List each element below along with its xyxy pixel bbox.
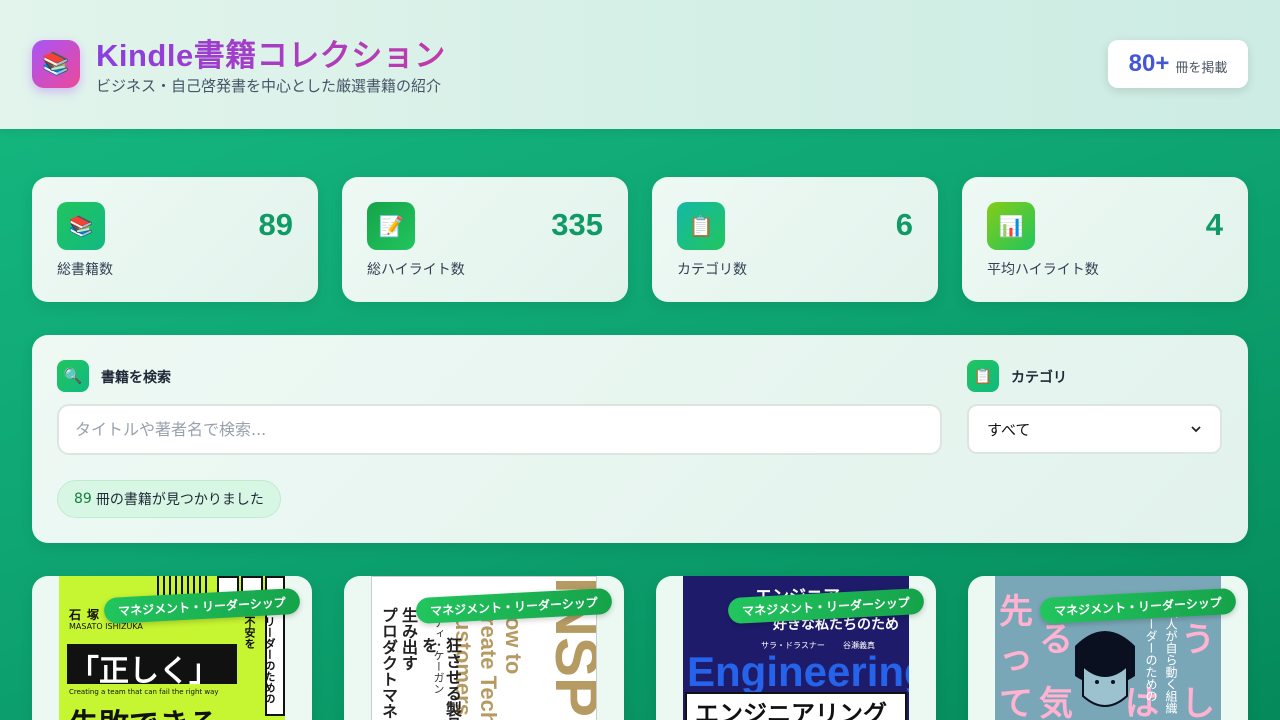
category-select[interactable]: すべて <box>967 404 1222 454</box>
clipboard-icon: 📋 <box>967 360 999 392</box>
chevron-down-icon <box>1191 426 1201 433</box>
page-title: Kindle書籍コレクション <box>96 30 446 75</box>
stat-card-total-books: 📚 89 総書籍数 <box>32 177 318 302</box>
stat-value: 4 <box>1205 207 1223 242</box>
book-card[interactable]: INSP How to Create Tech Customers Lo ティ・… <box>344 576 624 720</box>
character-illustration <box>1075 631 1135 707</box>
app-header: 📚 Kindle書籍コレクション ビジネス・自己啓発書を中心とした厳選書籍の紹介… <box>0 0 1280 129</box>
memo-icon: 📝 <box>367 202 415 250</box>
stat-label: カテゴリ数 <box>677 262 747 278</box>
book-count-badge: 80+ 冊を掲載 <box>1108 40 1248 88</box>
result-count-badge: 89 冊の書籍が見つかりました <box>57 480 281 518</box>
books-icon: 📚 <box>57 202 105 250</box>
category-selected-value: すべて <box>987 420 1031 439</box>
stat-label: 総ハイライト数 <box>367 262 465 278</box>
book-card[interactable]: エンジニア 好きな私たちのため サラ・ドラスナー 谷瀬義真 Engineerin… <box>656 576 936 720</box>
bar-chart-icon: 📊 <box>987 202 1035 250</box>
book-card[interactable]: 石 塚 MASATO ISHIZUKA 不安を リーダーのための 「正しく」 C… <box>32 576 312 720</box>
search-panel: 🔍 書籍を検索 📋 カテゴリ すべて 89 冊の書籍が見つかりました <box>32 335 1248 543</box>
search-label: 書籍を検索 <box>101 370 171 386</box>
stat-card-avg-highlights: 📊 4 平均ハイライト数 <box>962 177 1248 302</box>
clipboard-icon: 📋 <box>677 202 725 250</box>
page-subtitle: ビジネス・自己啓発書を中心とした厳選書籍の紹介 <box>96 77 442 95</box>
result-count-value: 89 <box>74 491 92 507</box>
stat-card-total-highlights: 📝 335 総ハイライト数 <box>342 177 628 302</box>
search-icon: 🔍 <box>57 360 89 392</box>
stat-value: 89 <box>258 207 293 242</box>
stat-label: 総書籍数 <box>57 262 113 278</box>
category-label: カテゴリ <box>1011 370 1067 386</box>
stat-value: 335 <box>551 207 603 242</box>
stat-value: 6 <box>895 207 913 242</box>
stat-card-categories: 📋 6 カテゴリ数 <box>652 177 938 302</box>
book-card[interactable]: 先 っ て る 気 は う し リーダーのための 「人が自ら動く組織 マネジメン… <box>968 576 1248 720</box>
book-count-value: 80+ <box>1128 50 1170 77</box>
book-count-suffix: 冊を掲載 <box>1175 60 1228 76</box>
stat-label: 平均ハイライト数 <box>987 262 1099 278</box>
result-count-text: 冊の書籍が見つかりました <box>95 492 264 508</box>
search-input[interactable] <box>57 404 942 455</box>
books-icon: 📚 <box>32 40 80 88</box>
